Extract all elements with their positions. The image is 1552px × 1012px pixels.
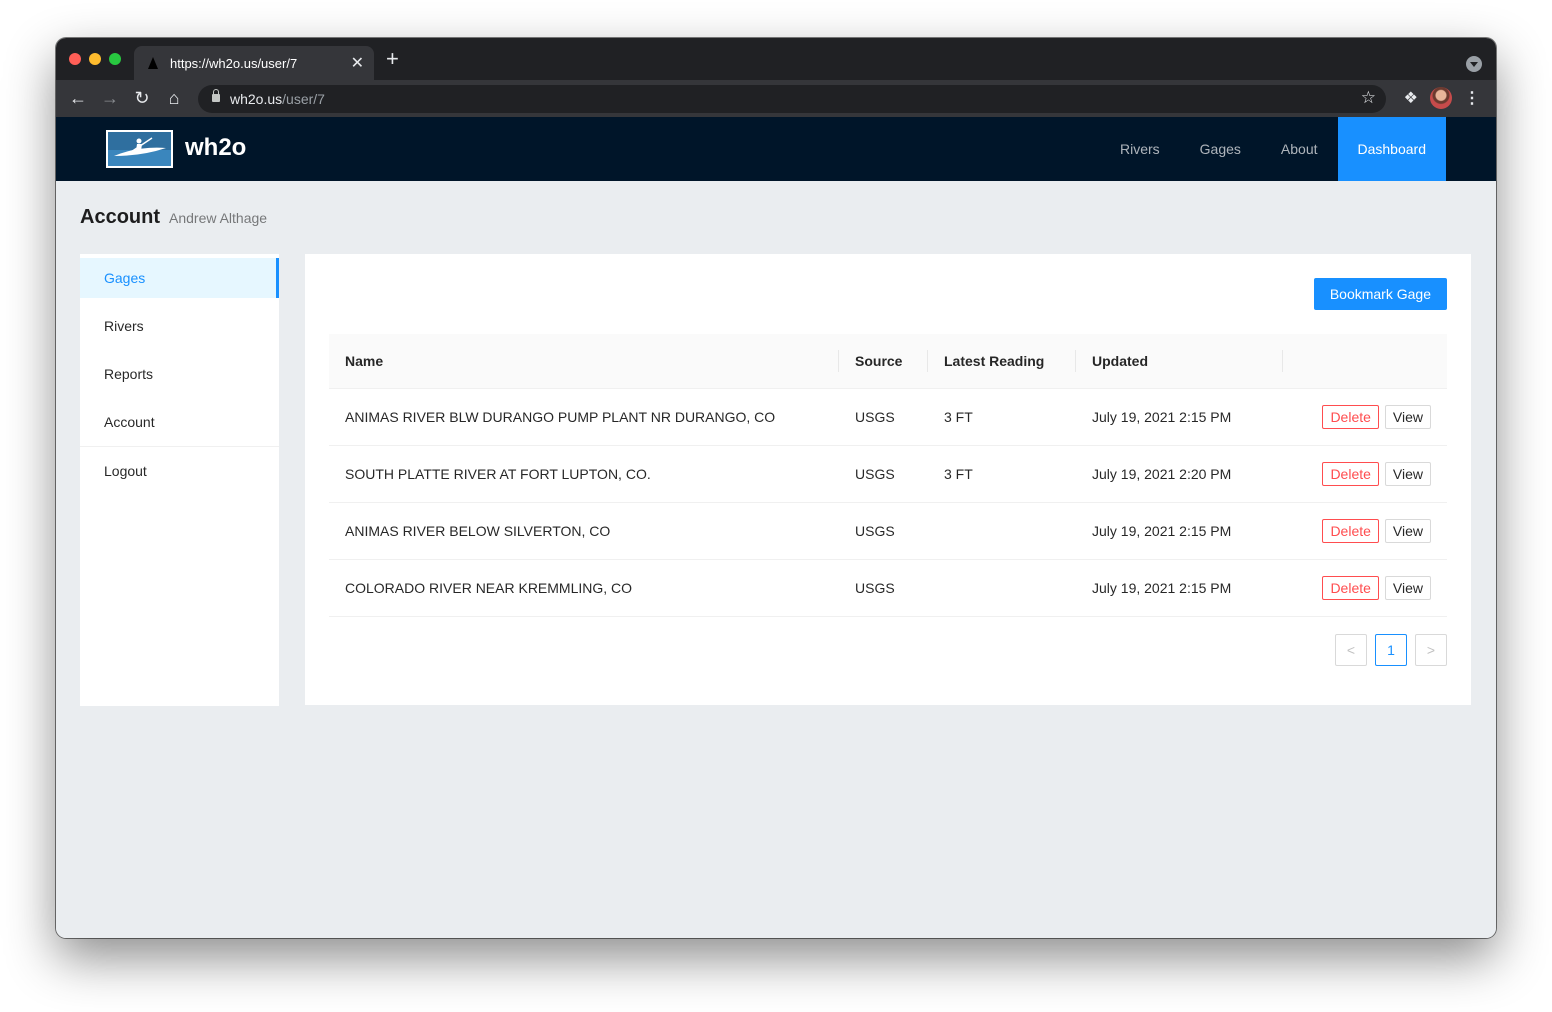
top-nav: Rivers Gages About Dashboard xyxy=(1100,117,1446,181)
nav-about[interactable]: About xyxy=(1261,117,1338,181)
column-header-actions xyxy=(1283,334,1447,389)
browser-toolbar: ← → ↻ ⌂ wh2o.us/user/7 ☆ ❖ ⋮ xyxy=(56,80,1496,117)
sidebar-item-gages[interactable]: Gages xyxy=(80,258,279,298)
row-actions: Delete View xyxy=(1283,445,1447,503)
view-button[interactable]: View xyxy=(1384,518,1431,543)
page-1-button[interactable]: 1 xyxy=(1375,634,1407,666)
sidebar-item-logout[interactable]: Logout xyxy=(80,451,279,491)
view-button[interactable]: View xyxy=(1384,404,1431,429)
minimize-window-button[interactable] xyxy=(89,53,101,65)
brand-name[interactable]: wh2o xyxy=(185,134,246,162)
column-header-source: Source xyxy=(839,334,928,389)
forward-arrow-icon[interactable]: → xyxy=(99,87,121,109)
row-actions: Delete View xyxy=(1283,388,1447,446)
gage-updated: July 19, 2021 2:15 PM xyxy=(1076,502,1283,560)
sidebar-item-reports[interactable]: Reports xyxy=(80,354,279,394)
kayak-logo-image xyxy=(108,132,171,166)
nav-dashboard[interactable]: Dashboard xyxy=(1337,117,1446,181)
delete-button[interactable]: Delete xyxy=(1322,461,1379,486)
bookmark-star-icon[interactable]: ☆ xyxy=(1361,88,1376,108)
browser-window: https://wh2o.us/user/7 ✕ + ← → ↻ ⌂ wh2o.… xyxy=(56,38,1496,938)
maximize-window-button[interactable] xyxy=(109,53,121,65)
delete-button[interactable]: Delete xyxy=(1322,518,1379,543)
sidebar-divider xyxy=(80,446,279,447)
page-subtitle: Andrew Althage xyxy=(169,210,268,226)
browser-menu-icon[interactable]: ⋮ xyxy=(1464,88,1480,108)
site-favicon-icon xyxy=(148,57,158,69)
view-button[interactable]: View xyxy=(1384,461,1431,486)
gage-source: USGS xyxy=(839,388,928,446)
nav-rivers[interactable]: Rivers xyxy=(1100,117,1180,181)
table-row: COLORADO RIVER NEAR KREMMLING, CO USGS J… xyxy=(329,559,1447,617)
back-arrow-icon[interactable]: ← xyxy=(67,87,89,109)
gage-reading xyxy=(928,502,1076,560)
table-row: ANIMAS RIVER BLW DURANGO PUMP PLANT NR D… xyxy=(329,388,1447,446)
new-tab-button[interactable]: + xyxy=(386,48,399,70)
sidebar-item-rivers[interactable]: Rivers xyxy=(80,306,279,346)
prev-page-button[interactable]: < xyxy=(1335,634,1367,666)
table-row: SOUTH PLATTE RIVER AT FORT LUPTON, CO. U… xyxy=(329,445,1447,503)
app-header: wh2o Rivers Gages About Dashboard xyxy=(56,117,1496,181)
gage-name: SOUTH PLATTE RIVER AT FORT LUPTON, CO. xyxy=(329,445,839,503)
gage-updated: July 19, 2021 2:20 PM xyxy=(1076,445,1283,503)
gage-source: USGS xyxy=(839,445,928,503)
table-header-row: Name Source Latest Reading Updated xyxy=(329,334,1447,389)
column-header-latest-reading: Latest Reading xyxy=(928,334,1076,389)
gage-updated: July 19, 2021 2:15 PM xyxy=(1076,388,1283,446)
close-tab-icon[interactable]: ✕ xyxy=(351,53,364,73)
home-icon[interactable]: ⌂ xyxy=(163,87,185,109)
gage-name: COLORADO RIVER NEAR KREMMLING, CO xyxy=(329,559,839,617)
gage-source: USGS xyxy=(839,502,928,560)
next-page-button[interactable]: > xyxy=(1415,634,1447,666)
tab-bar: https://wh2o.us/user/7 ✕ + xyxy=(56,38,1496,80)
browser-tab[interactable]: https://wh2o.us/user/7 ✕ xyxy=(134,46,374,80)
bookmark-gage-button[interactable]: Bookmark Gage xyxy=(1313,278,1447,310)
address-bar[interactable]: wh2o.us/user/7 ☆ xyxy=(198,85,1386,113)
lock-icon xyxy=(212,89,220,102)
tab-title: https://wh2o.us/user/7 xyxy=(170,56,298,71)
gage-source: USGS xyxy=(839,559,928,617)
gage-reading xyxy=(928,559,1076,617)
profile-avatar[interactable] xyxy=(1430,87,1452,109)
page-title: Account xyxy=(80,206,160,228)
tab-search-icon[interactable] xyxy=(1466,56,1482,72)
view-button[interactable]: View xyxy=(1384,575,1431,600)
row-actions: Delete View xyxy=(1283,559,1447,617)
account-sidebar: Gages Rivers Reports Account Logout xyxy=(80,254,279,706)
column-header-updated: Updated xyxy=(1076,334,1283,389)
url-path: /user/7 xyxy=(282,91,325,107)
gages-table: Name Source Latest Reading Updated ANIMA… xyxy=(329,334,1447,617)
page-viewport: wh2o Rivers Gages About Dashboard Accoun… xyxy=(56,117,1496,938)
row-actions: Delete View xyxy=(1283,502,1447,560)
url-text: wh2o.us/user/7 xyxy=(230,91,325,107)
gages-panel: Bookmark Gage Name Source Latest Reading… xyxy=(305,254,1471,705)
table-row: ANIMAS RIVER BELOW SILVERTON, CO USGS Ju… xyxy=(329,502,1447,560)
kayak-logo[interactable] xyxy=(106,130,173,168)
gage-updated: July 19, 2021 2:15 PM xyxy=(1076,559,1283,617)
url-host: wh2o.us xyxy=(230,91,283,107)
pagination: < 1 > xyxy=(1335,634,1447,666)
column-header-name: Name xyxy=(329,334,839,389)
gage-reading: 3 FT xyxy=(928,445,1076,503)
extensions-puzzle-icon[interactable]: ❖ xyxy=(1404,88,1418,108)
delete-button[interactable]: Delete xyxy=(1322,575,1379,600)
reload-icon[interactable]: ↻ xyxy=(131,87,153,109)
sidebar-item-account[interactable]: Account xyxy=(80,402,279,442)
close-window-button[interactable] xyxy=(69,53,81,65)
gage-name: ANIMAS RIVER BELOW SILVERTON, CO xyxy=(329,502,839,560)
nav-gages[interactable]: Gages xyxy=(1180,117,1261,181)
delete-button[interactable]: Delete xyxy=(1322,404,1379,429)
gage-reading: 3 FT xyxy=(928,388,1076,446)
gage-name: ANIMAS RIVER BLW DURANGO PUMP PLANT NR D… xyxy=(329,388,839,446)
